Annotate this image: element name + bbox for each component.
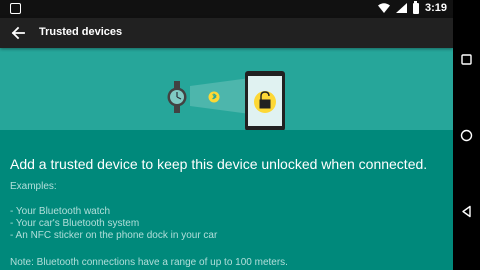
cell-signal-icon: [395, 3, 407, 13]
hero-banner: [0, 48, 453, 130]
notification-square-icon: [10, 3, 21, 14]
content-area: Add a trusted device to keep this device…: [0, 130, 453, 270]
range-note: Note: Bluetooth connections have a range…: [10, 257, 288, 268]
app-toolbar: Trusted devices: [0, 18, 453, 48]
navigation-bar: [453, 0, 480, 270]
status-icons: 3:19: [377, 0, 447, 14]
smartwatch-icon: [167, 81, 187, 113]
list-item: - Your car's Bluetooth system: [10, 218, 140, 229]
settings-screen: 3:19 Trusted devices Add a trusted devic…: [0, 0, 453, 270]
home-circle-icon[interactable]: [459, 128, 474, 143]
page-title: Trusted devices: [39, 26, 123, 38]
arrow-back-icon[interactable]: [8, 23, 28, 43]
list-item: - Your Bluetooth watch: [10, 206, 111, 217]
connection-beam: [190, 78, 250, 114]
description-headline: Add a trusted device to keep this device…: [10, 156, 428, 172]
status-bar: 3:19: [0, 0, 453, 18]
bluetooth-icon: [208, 91, 220, 103]
recents-square-icon[interactable]: [459, 52, 474, 67]
wifi-icon: [377, 3, 390, 13]
unlocked-padlock-icon: [254, 91, 276, 113]
examples-list: - Your Bluetooth watch - Your car's Blue…: [10, 206, 217, 242]
battery-icon: [412, 0, 419, 14]
status-clock: 3:19: [424, 2, 447, 14]
back-triangle-icon[interactable]: [459, 204, 474, 219]
trusted-devices-illustration: [167, 71, 285, 130]
list-item: - An NFC sticker on the phone dock in yo…: [10, 230, 218, 241]
examples-label: Examples:: [10, 181, 57, 192]
